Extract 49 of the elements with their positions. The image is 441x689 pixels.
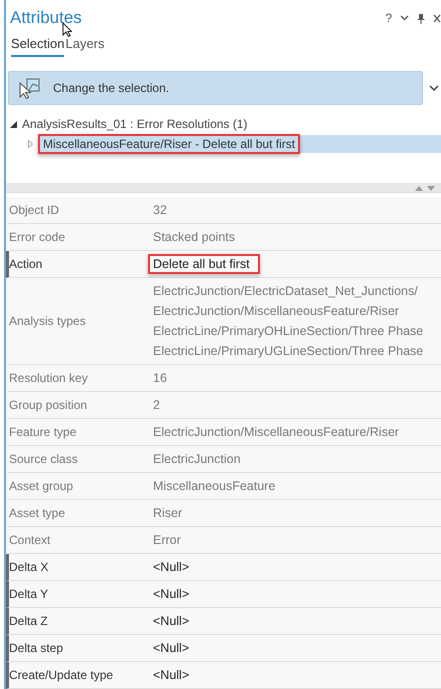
help-button[interactable]: ? <box>385 11 392 26</box>
pin-icon[interactable] <box>417 12 425 24</box>
attribute-label: Source class <box>9 452 79 466</box>
message-text: Change the selection. <box>53 81 170 96</box>
attribute-label: Delta X <box>9 560 50 574</box>
attribute-value[interactable]: Delete all but first <box>148 254 260 274</box>
attribute-value: MiscellaneousFeature <box>152 478 276 495</box>
panel-title: Attributes <box>10 8 82 28</box>
attribute-value: ElectricJunction/MiscellaneousFeature/Riser <box>152 424 400 441</box>
tab[interactable]: Layers <box>65 34 105 58</box>
tree-item-label: MiscellaneousFeature/Riser - Delete all but first <box>38 134 300 154</box>
tree-item[interactable]: MiscellaneousFeature/Riser - Delete all but first <box>38 135 441 154</box>
chevron-down-icon[interactable] <box>400 15 409 22</box>
tab[interactable]: Selection <box>11 34 64 58</box>
attribute-value[interactable]: <Null> <box>148 665 200 685</box>
attribute-value: Error <box>152 532 182 549</box>
attribute-value: 32 <box>152 202 168 219</box>
attribute-value: ElectricJunction/ElectricDataset_Net_Junctions/ <box>152 283 419 300</box>
attribute-label: Delta step <box>9 641 64 655</box>
attribute-label: Error code <box>9 230 66 244</box>
attribute-value[interactable]: <Null> <box>148 638 200 658</box>
attribute-value[interactable]: <Null> <box>148 557 200 577</box>
attribute-value[interactable]: <Null> <box>148 611 200 631</box>
attribute-value: ElectricLine/PrimaryOHLineSection/Three Phase <box>152 323 424 340</box>
attribute-label: Asset type <box>9 506 66 520</box>
attribute-label: Object ID <box>9 203 60 217</box>
attribute-value: ElectricLine/PrimaryUGLineSection/Three Phase <box>152 343 424 360</box>
attribute-label: Asset group <box>9 479 74 493</box>
close-icon[interactable] <box>433 14 441 23</box>
tree-layer-label[interactable]: AnalysisResults_01 : Error Resolutions (1) <box>22 117 248 132</box>
attribute-label: Delta Y <box>9 587 50 601</box>
expanded-triangle-icon[interactable] <box>10 120 17 128</box>
attribute-value: ElectricJunction <box>152 451 242 468</box>
attribute-value: 16 <box>152 370 168 387</box>
attribute-label: Context <box>9 533 52 547</box>
mouse-pointer-icon <box>62 22 72 37</box>
attribute-value: ElectricJunction/MiscellaneousFeature/Riser <box>152 303 400 320</box>
attribute-label: Resolution key <box>9 371 89 385</box>
attribute-label: Action <box>9 257 44 271</box>
attribute-value: 2 <box>152 397 161 414</box>
attribute-value: Stacked points <box>152 229 236 246</box>
attribute-label: Group position <box>9 398 88 412</box>
attribute-value: Riser <box>152 505 184 522</box>
attribute-value[interactable]: <Null> <box>148 584 200 604</box>
attribute-label: Delta Z <box>9 614 49 628</box>
attribute-label: Analysis types <box>9 314 87 328</box>
attribute-label: Feature type <box>9 425 78 439</box>
attribute-label: Create/Update type <box>9 668 114 682</box>
chevron-down-icon[interactable] <box>429 84 439 92</box>
